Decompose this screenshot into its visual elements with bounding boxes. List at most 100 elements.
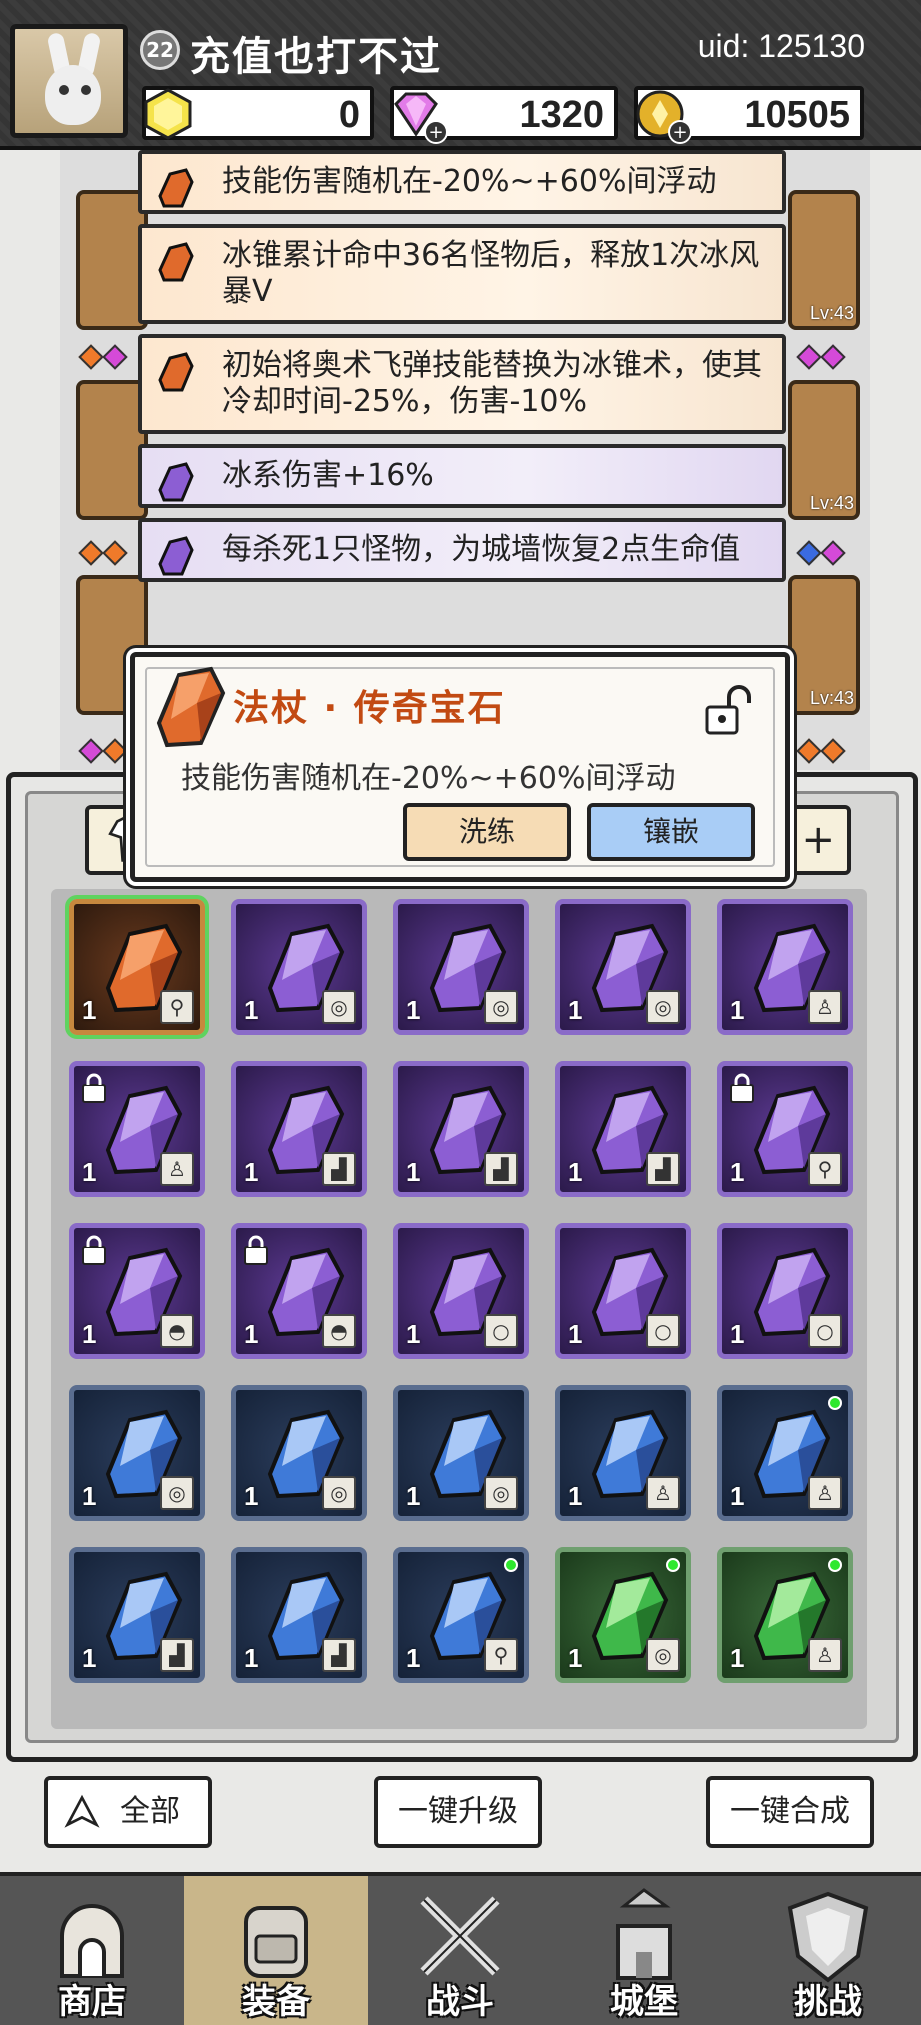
gem-slot[interactable]: 1 ◎ (555, 899, 691, 1035)
boots-slot-icon: ▟ (646, 1152, 680, 1186)
merge-all-button[interactable]: 一键合成 (706, 1776, 874, 1848)
nav-item-2[interactable]: 战斗 (368, 1876, 552, 2025)
gem-slot[interactable]: 1 ▟ (393, 1061, 529, 1197)
gem-slot[interactable]: 1 ⚲ (393, 1547, 529, 1683)
affix-text: 每杀死1只怪物，为城墙恢复2点生命值 (222, 532, 741, 567)
nav-item-1[interactable]: 装备 (184, 1876, 368, 2025)
boots-slot-icon: ▟ (322, 1638, 356, 1672)
unlock-icon[interactable] (699, 683, 755, 739)
nav-item-3[interactable]: 城堡 (552, 1876, 736, 2025)
nav-item-0[interactable]: 商店 (0, 1876, 184, 2025)
new-indicator-dot (666, 1558, 680, 1572)
gem-slot[interactable]: 1 ○ (555, 1223, 691, 1359)
lock-icon (82, 1073, 106, 1103)
gem-quantity: 1 (82, 1643, 97, 1673)
gem-slot[interactable]: 1 ♙ (717, 899, 853, 1035)
avatar[interactable] (10, 24, 128, 138)
nav-label: 城堡 (610, 1982, 678, 2022)
orange-gem-icon (158, 168, 194, 208)
boots-slot-icon: ▟ (322, 1152, 356, 1186)
socket-diamond-icon (796, 738, 822, 764)
affix-row: 冰锥累计命中36名怪物后，释放1次冰风暴V (138, 224, 786, 324)
gem-slot[interactable]: 1 ▟ (555, 1061, 691, 1197)
gem-slot[interactable]: 1 ○ (393, 1223, 529, 1359)
orange-gem-icon (158, 352, 194, 392)
equip-level: Lv:43 (809, 688, 854, 708)
gem-quantity: 1 (244, 1643, 259, 1673)
top-bar: 22 充值也打不过 uid: 125130 0 + 1320 + 10505 (0, 0, 921, 150)
bottom-nav: 商店 装备 战斗 城堡 挑战 (0, 1872, 921, 2025)
filter-all-button[interactable]: 全部 (44, 1776, 212, 1848)
gem-slot[interactable]: 1 ⚲ (65, 895, 209, 1039)
gem-slot[interactable]: 1 ◓ (69, 1223, 205, 1359)
orange-gem-icon (156, 666, 226, 748)
gem-slot[interactable]: 1 ♙ (717, 1385, 853, 1521)
gem-slot[interactable]: 1 ♙ (69, 1061, 205, 1197)
ring-slot-icon: ◎ (322, 990, 356, 1024)
gem-slot[interactable]: 1 ♙ (555, 1385, 691, 1521)
inventory-panel: + 1 ⚲ 1 ◎ 1 ◎ 1 ◎ 1 ♙ 1 ♙ 1 ▟ 1 ▟ 1 ▟ 1 ⚲ 1 ◓ 1 ◓ 1 ○ (6, 772, 918, 1762)
gem-slot[interactable]: 1 ▟ (231, 1547, 367, 1683)
necklace-slot-icon: ○ (484, 1314, 518, 1348)
gem-quantity: 1 (730, 1157, 745, 1187)
gem-slot[interactable]: 1 ⚲ (717, 1061, 853, 1197)
castle-icon (616, 1888, 672, 1980)
gem-slot[interactable]: 1 ◎ (393, 1385, 529, 1521)
new-indicator-dot (504, 1558, 518, 1572)
gem-slot[interactable]: 1 ◎ (69, 1385, 205, 1521)
new-indicator-dot (828, 1558, 842, 1572)
equip-slot-right-3[interactable]: Lv:43 (788, 575, 860, 715)
gem-quantity: 1 (244, 1481, 259, 1511)
gem-quantity: 1 (568, 995, 583, 1025)
resource-gem-counter[interactable]: 0 (142, 86, 374, 140)
ring-slot-icon: ◎ (646, 1638, 680, 1672)
socket-diamond-icon (78, 738, 104, 764)
resource-coin-counter[interactable]: + 10505 (634, 86, 864, 144)
upgrade-all-button[interactable]: 一键升级 (374, 1776, 542, 1848)
add-coin-button[interactable]: + (668, 120, 692, 144)
gem-slot[interactable]: 1 ▟ (231, 1061, 367, 1197)
resource-diamond-counter[interactable]: + 1320 (390, 86, 618, 144)
backpack-icon (244, 1906, 308, 1978)
gem-quantity: 1 (730, 1643, 745, 1673)
gem-slot[interactable]: 1 ▟ (69, 1547, 205, 1683)
armor-slot-icon: ♙ (808, 1476, 842, 1510)
add-diamond-button[interactable]: + (424, 120, 448, 144)
gem-quantity: 1 (730, 995, 745, 1025)
lock-icon (244, 1235, 268, 1265)
gem-slot[interactable]: 1 ♙ (717, 1547, 853, 1683)
equip-slot-right-1[interactable]: Lv:43 (788, 190, 860, 330)
triangle-filter-icon (64, 1794, 100, 1828)
gem-quantity: 1 (406, 1481, 421, 1511)
gem-quantity: 1 (82, 995, 97, 1025)
socket-diamond-icon (102, 738, 128, 764)
gem-quantity: 1 (406, 1643, 421, 1673)
gem-slot[interactable]: 1 ◎ (555, 1547, 691, 1683)
armor-slot-icon: ♙ (160, 1152, 194, 1186)
purple-gem-icon (158, 536, 194, 576)
nav-label: 战斗 (426, 1982, 494, 2022)
gem-slot[interactable]: 1 ◎ (393, 899, 529, 1035)
gem-grid: 1 ⚲ 1 ◎ 1 ◎ 1 ◎ 1 ♙ 1 ♙ 1 ▟ 1 ▟ 1 ▟ 1 ⚲ 1 ◓ 1 ◓ 1 ○ 1… (51, 889, 867, 1729)
inlay-button[interactable]: 镶嵌 (587, 803, 755, 861)
gem-quantity: 1 (568, 1157, 583, 1187)
gem-slot[interactable]: 1 ◎ (231, 1385, 367, 1521)
new-indicator-dot (828, 1396, 842, 1410)
popup-description: 技能伤害随机在-20%~+60%间浮动 (181, 761, 676, 796)
ring-slot-icon: ◎ (484, 1476, 518, 1510)
armor-slot-icon: ♙ (646, 1476, 680, 1510)
resource-coin-value: 10505 (744, 94, 850, 136)
affix-row: 每杀死1只怪物，为城墙恢复2点生命值 (138, 518, 786, 582)
gem-slot[interactable]: 1 ○ (717, 1223, 853, 1359)
socket-diamond-icon (820, 540, 846, 566)
equip-slot-right-2[interactable]: Lv:43 (788, 380, 860, 520)
gem-slot[interactable]: 1 ◎ (231, 899, 367, 1035)
refine-button[interactable]: 洗练 (403, 803, 571, 861)
nav-item-4[interactable]: 挑战 (736, 1876, 920, 2025)
gem-slot[interactable]: 1 ◓ (231, 1223, 367, 1359)
staff-slot-icon: ⚲ (160, 990, 194, 1024)
staff-slot-icon: ⚲ (808, 1152, 842, 1186)
socket-diamond-icon (820, 344, 846, 370)
gem-quantity: 1 (244, 1157, 259, 1187)
affix-row: 技能伤害随机在-20%~+60%间浮动 (138, 150, 786, 214)
